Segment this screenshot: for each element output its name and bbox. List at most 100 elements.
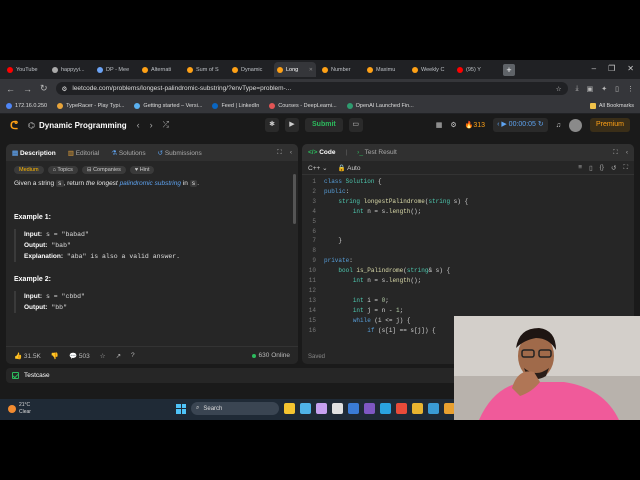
settings-icon[interactable]: ⚙ [450,121,456,129]
tab-code[interactable]: </> Code [308,149,335,156]
windows-start-icon[interactable] [176,403,186,414]
bookmark-item[interactable]: OpenAI Launched Fin... [346,102,414,109]
tab-test-result[interactable]: ›_ Test Result [357,149,397,156]
reload-icon[interactable]: ↻ [40,83,48,94]
browser-tab[interactable]: YouTube [4,62,46,77]
code-line[interactable]: 9 private: [302,256,634,266]
browser-tab[interactable]: happyyi... [49,62,91,77]
bookmark-item[interactable]: Courses - DeepLearni... [269,102,337,109]
problem-list-title[interactable]: Dynamic Programming [39,121,127,130]
bookmark-item[interactable]: 172.16.0.250 [6,102,47,109]
visual-studio-icon[interactable] [364,403,375,414]
brave-icon[interactable] [396,403,407,414]
streak-counter[interactable]: 🔥313 [465,121,485,129]
shuffle-icon[interactable]: ⤮ [163,120,169,130]
bookmark-item[interactable]: TypeRacer - Play Typi... [57,102,124,109]
bookmark-icon[interactable]: ▯ [589,164,593,172]
browser-tab[interactable]: DP - Mee [94,62,136,77]
topics-chip[interactable]: ⌂ Topics [47,166,78,174]
language-select[interactable]: C++ ⌄ [308,164,328,172]
bookmark-item[interactable]: Feed | LinkedIn [212,102,259,109]
bookmark-item[interactable]: Getting started – Versi... [134,102,202,109]
companies-chip[interactable]: ⊟ Companies [81,166,126,174]
browser-tab[interactable]: Alternati [139,62,181,77]
timer[interactable]: ‹ ▶ 00:00:05 ↻ [493,118,548,132]
tab-solutions[interactable]: ⚗ Solutions [111,149,145,157]
code-line[interactable]: 11 int n = s.length(); [302,276,634,286]
browser-tab-active[interactable]: Long ✕ [274,62,316,77]
browser-tab[interactable]: (95) Y [454,62,496,77]
chrome-icon[interactable] [412,403,423,414]
star-icon[interactable]: ☆ [556,85,562,93]
app-icon[interactable] [316,403,327,414]
app-icon[interactable] [332,403,343,414]
address-bar[interactable]: ⚙ leetcode.com/problems/longest-palindro… [55,82,568,95]
taskbar-search[interactable]: ⌕ Search [191,402,279,415]
expand-icon[interactable]: ⛶ [277,149,282,157]
code-line[interactable]: 14 int j = n - 1; [302,306,634,316]
braces-icon[interactable]: {} [600,164,604,172]
reset-icon[interactable]: ↺ [611,164,616,172]
autocomplete-toggle[interactable]: 🔒 Auto [338,164,361,172]
tab-editorial[interactable]: ▥ Editorial [68,149,99,157]
layout-icon[interactable]: ▦ [436,121,443,129]
app-icon[interactable] [300,403,311,414]
puzzle-icon[interactable]: ✦ [601,85,607,93]
fullscreen-icon[interactable]: ⛶ [623,164,628,172]
menu-icon[interactable]: ⋮ [627,85,634,93]
code-editor[interactable]: 1 class Solution {2 public: 3 string longes… [302,175,634,336]
code-line[interactable]: 4 int n = s.length(); [302,207,634,217]
notifications-icon[interactable]: ♫ [556,122,561,129]
code-line[interactable]: 13 int i = 0; [302,296,634,306]
close-window-icon[interactable]: ✕ [627,64,634,73]
sidepanel-icon[interactable]: ▯ [615,85,619,93]
run-icon[interactable]: ▶ [285,118,299,132]
code-line[interactable]: 3 string longestPalindrome(string s) { [302,197,634,207]
code-line[interactable]: 5 [302,217,634,227]
site-info-icon[interactable]: ⚙ [62,85,68,93]
code-line[interactable]: 6 [302,227,634,237]
prev-problem-icon[interactable]: ‹ [137,120,140,130]
collapse-icon[interactable]: ‹ [626,149,628,157]
extension-icon[interactable]: ▣ [587,85,594,93]
next-problem-icon[interactable]: › [150,120,153,130]
code-line[interactable]: 1 class Solution { [302,177,634,187]
browser-tab[interactable]: Maximu [364,62,406,77]
code-line[interactable]: 7 } [302,236,634,246]
favorite-icon[interactable]: ☆ [100,352,106,360]
palindromic-substring-link[interactable]: palindromic substring [120,180,181,187]
forward-icon[interactable]: → [23,84,32,94]
format-icon[interactable]: ≡ [578,164,582,172]
submit-button[interactable]: Submit [305,118,343,132]
browser-tab[interactable]: Weekly C [409,62,451,77]
share-icon[interactable]: ↗ [116,352,121,360]
premium-button[interactable]: Premium [589,118,630,132]
expand-icon[interactable]: ⛶ [613,149,618,157]
description-scrollbar[interactable] [293,174,296,224]
close-tab-icon[interactable]: ✕ [309,67,313,73]
tab-submissions[interactable]: ↺ Submissions [158,149,202,157]
code-line[interactable]: 8 [302,246,634,256]
code-line[interactable]: 12 [302,286,634,296]
like-button[interactable]: 👍 31.5K [14,352,41,360]
app-icon[interactable] [428,403,439,414]
browser-tab[interactable]: Dynamic [229,62,271,77]
notes-icon[interactable]: ▭ [348,118,363,132]
avatar[interactable] [568,118,582,132]
new-tab-button[interactable]: + [503,63,515,76]
minimize-icon[interactable]: – [592,64,596,73]
app-icon[interactable] [348,403,359,414]
hint-chip[interactable]: ♥ Hint [129,166,155,174]
download-icon[interactable]: ⤓ [576,85,579,93]
back-icon[interactable]: ← [6,84,15,94]
all-bookmarks[interactable]: All Bookmarks [589,102,634,109]
browser-tab[interactable]: Number [319,62,361,77]
comments-button[interactable]: 💬 503 [69,352,90,360]
tab-description[interactable]: ▤ Description [12,149,56,157]
debug-icon[interactable]: ✱ [265,118,279,132]
collapse-icon[interactable]: ‹ [290,149,292,157]
code-line[interactable]: 2 public: [302,187,634,197]
browser-tab[interactable]: Sum of S [184,62,226,77]
file-explorer-icon[interactable] [284,403,295,414]
telegram-icon[interactable] [380,403,391,414]
